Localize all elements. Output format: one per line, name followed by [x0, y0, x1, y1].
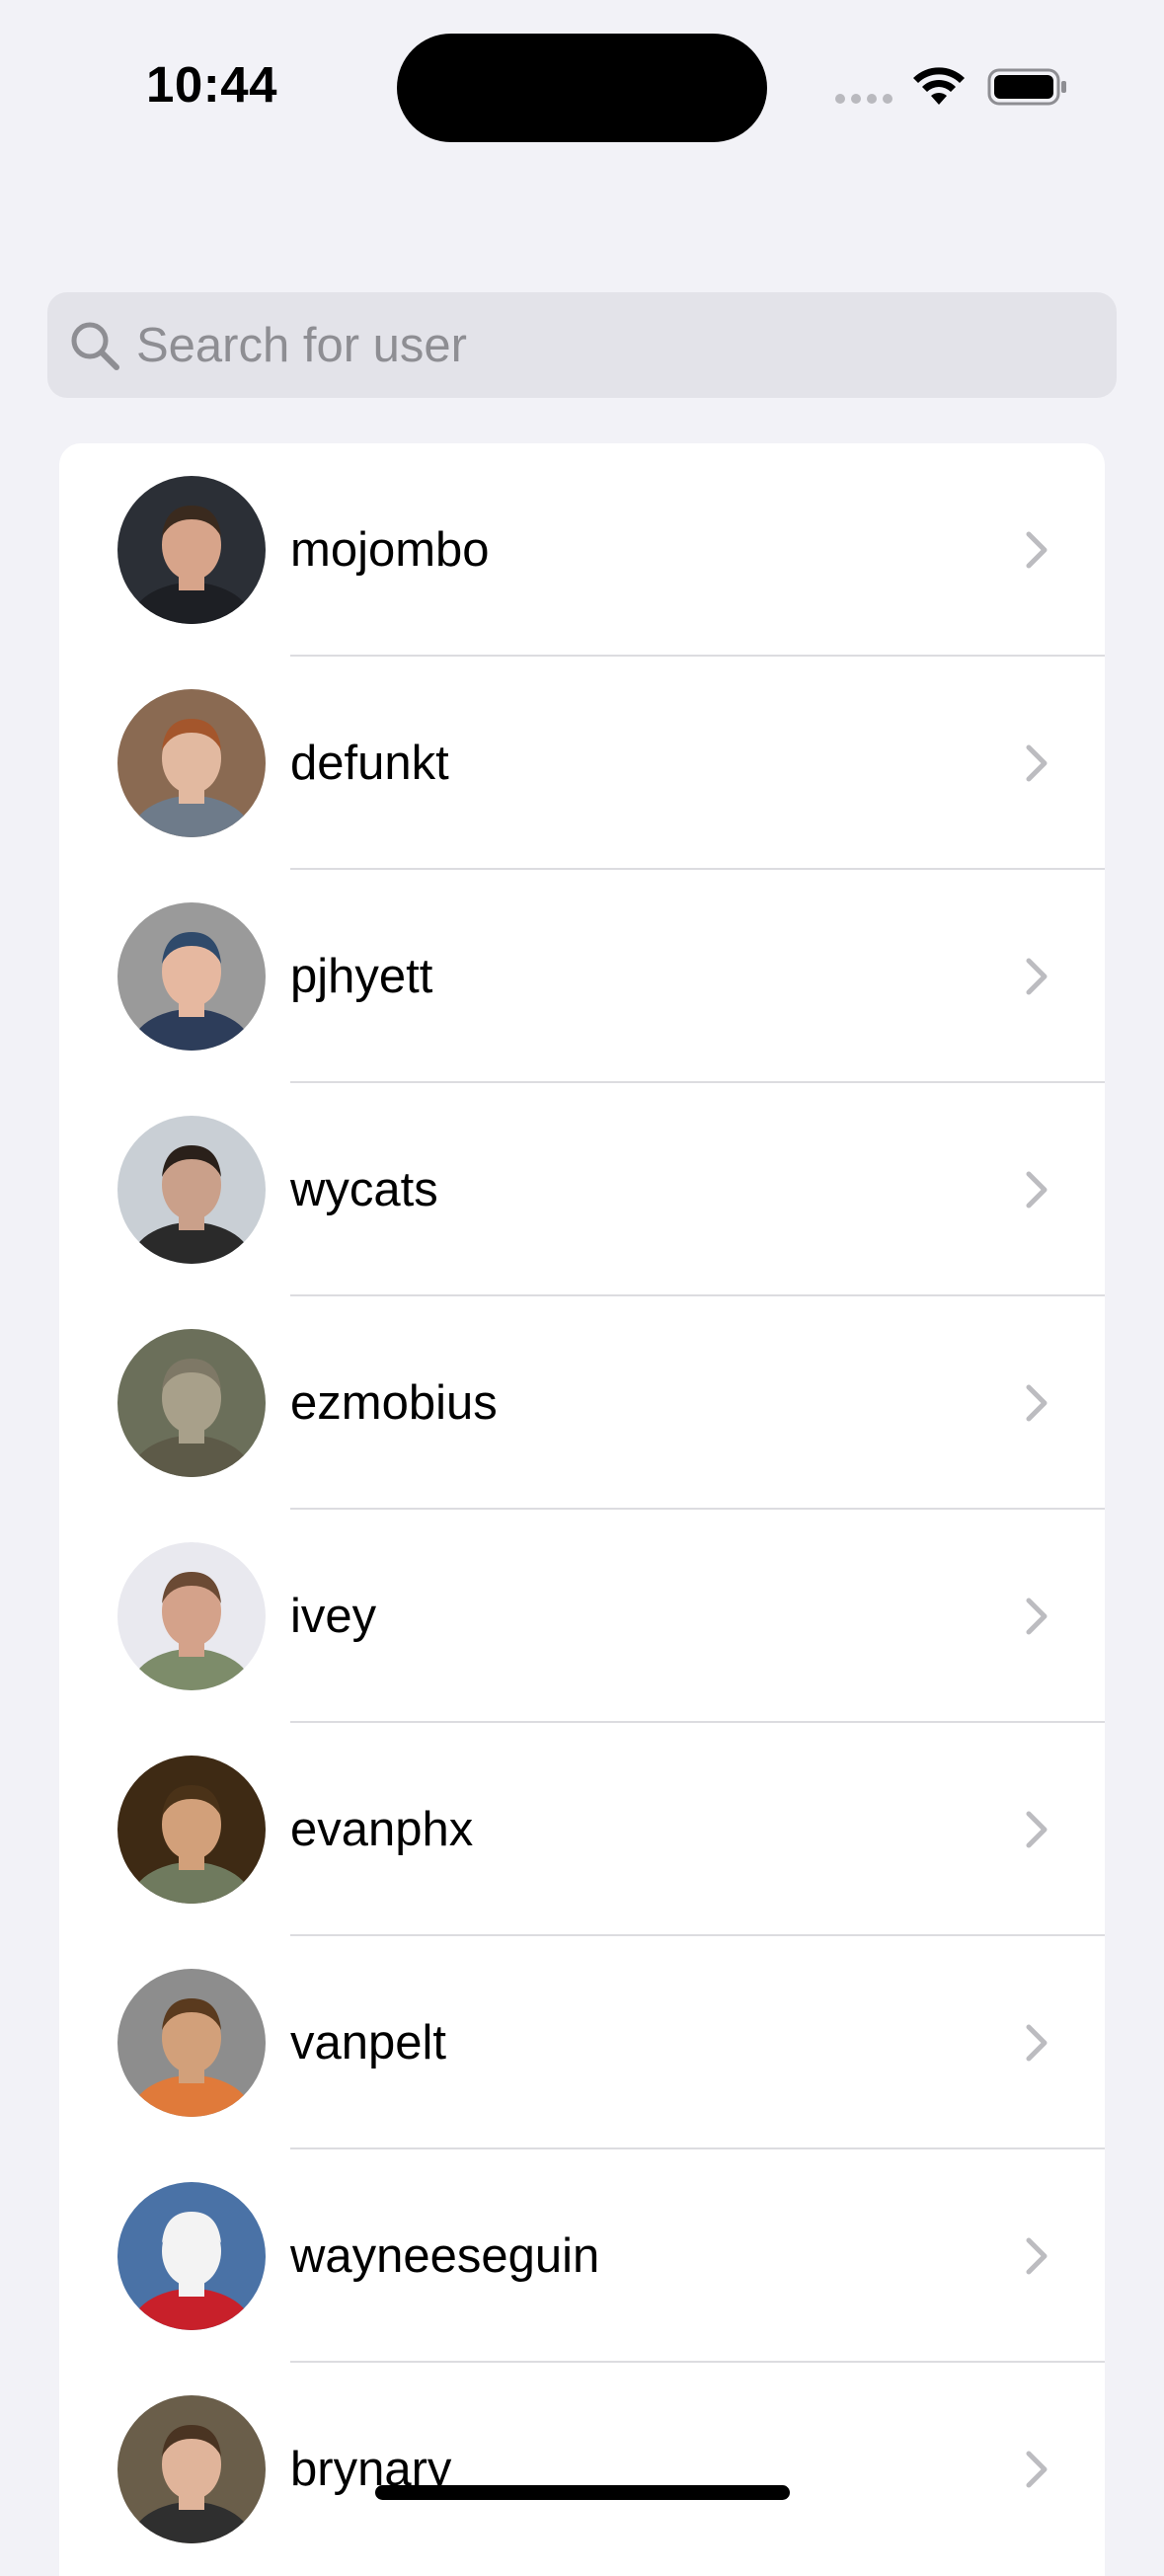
chevron-right-icon — [1026, 1811, 1048, 1848]
chevron-right-icon — [1026, 744, 1048, 782]
status-bar: 10:44 — [0, 0, 1164, 168]
list-item[interactable]: ivey — [59, 1510, 1105, 1723]
chevron-right-icon — [1026, 1598, 1048, 1635]
username: defunkt — [290, 737, 449, 790]
list-item[interactable]: evanphx — [59, 1723, 1105, 1936]
list-item[interactable]: mojombo — [59, 443, 1105, 657]
list-item[interactable]: vanpelt — [59, 1936, 1105, 2149]
avatar — [117, 902, 266, 1051]
search-icon — [71, 322, 119, 370]
list-item[interactable]: wayneeseguin — [59, 2149, 1105, 2363]
username: wayneeseguin — [290, 2229, 600, 2283]
chevron-right-icon — [1026, 1384, 1048, 1422]
chevron-right-icon — [1026, 1171, 1048, 1209]
dynamic-island — [397, 34, 767, 142]
avatar — [117, 689, 266, 837]
search-input[interactable] — [136, 317, 1084, 373]
user-list: mojombo defunkt pjhyett wycats ezmobius ivey e… — [59, 443, 1105, 2576]
chevron-right-icon — [1026, 958, 1048, 995]
avatar — [117, 1329, 266, 1477]
chevron-right-icon — [1026, 2451, 1048, 2488]
username: vanpelt — [290, 2016, 447, 2069]
list-item[interactable]: wycats — [59, 1083, 1105, 1296]
battery-icon — [987, 68, 1066, 106]
status-time: 10:44 — [146, 56, 277, 113]
username: ezmobius — [290, 1376, 498, 1430]
chevron-right-icon — [1026, 2237, 1048, 2275]
avatar — [117, 1542, 266, 1690]
chevron-right-icon — [1026, 2024, 1048, 2062]
avatar — [117, 1116, 266, 1264]
username: ivey — [290, 1590, 377, 1643]
wifi-icon — [913, 67, 965, 105]
list-item[interactable]: defunkt — [59, 657, 1105, 870]
avatar — [117, 2395, 266, 2543]
list-item[interactable]: brynary — [59, 2363, 1105, 2576]
username: mojombo — [290, 523, 490, 577]
username: wycats — [290, 1163, 438, 1216]
username: evanphx — [290, 1803, 474, 1856]
avatar — [117, 2182, 266, 2330]
search-bar[interactable] — [47, 292, 1117, 398]
avatar — [117, 1969, 266, 2117]
list-item[interactable]: pjhyett — [59, 870, 1105, 1083]
cellular-signal-icon — [835, 94, 892, 104]
avatar — [117, 476, 266, 624]
avatar — [117, 1756, 266, 1904]
home-indicator[interactable] — [375, 2485, 790, 2500]
username: pjhyett — [290, 950, 433, 1003]
list-item[interactable]: ezmobius — [59, 1296, 1105, 1510]
chevron-right-icon — [1026, 531, 1048, 569]
